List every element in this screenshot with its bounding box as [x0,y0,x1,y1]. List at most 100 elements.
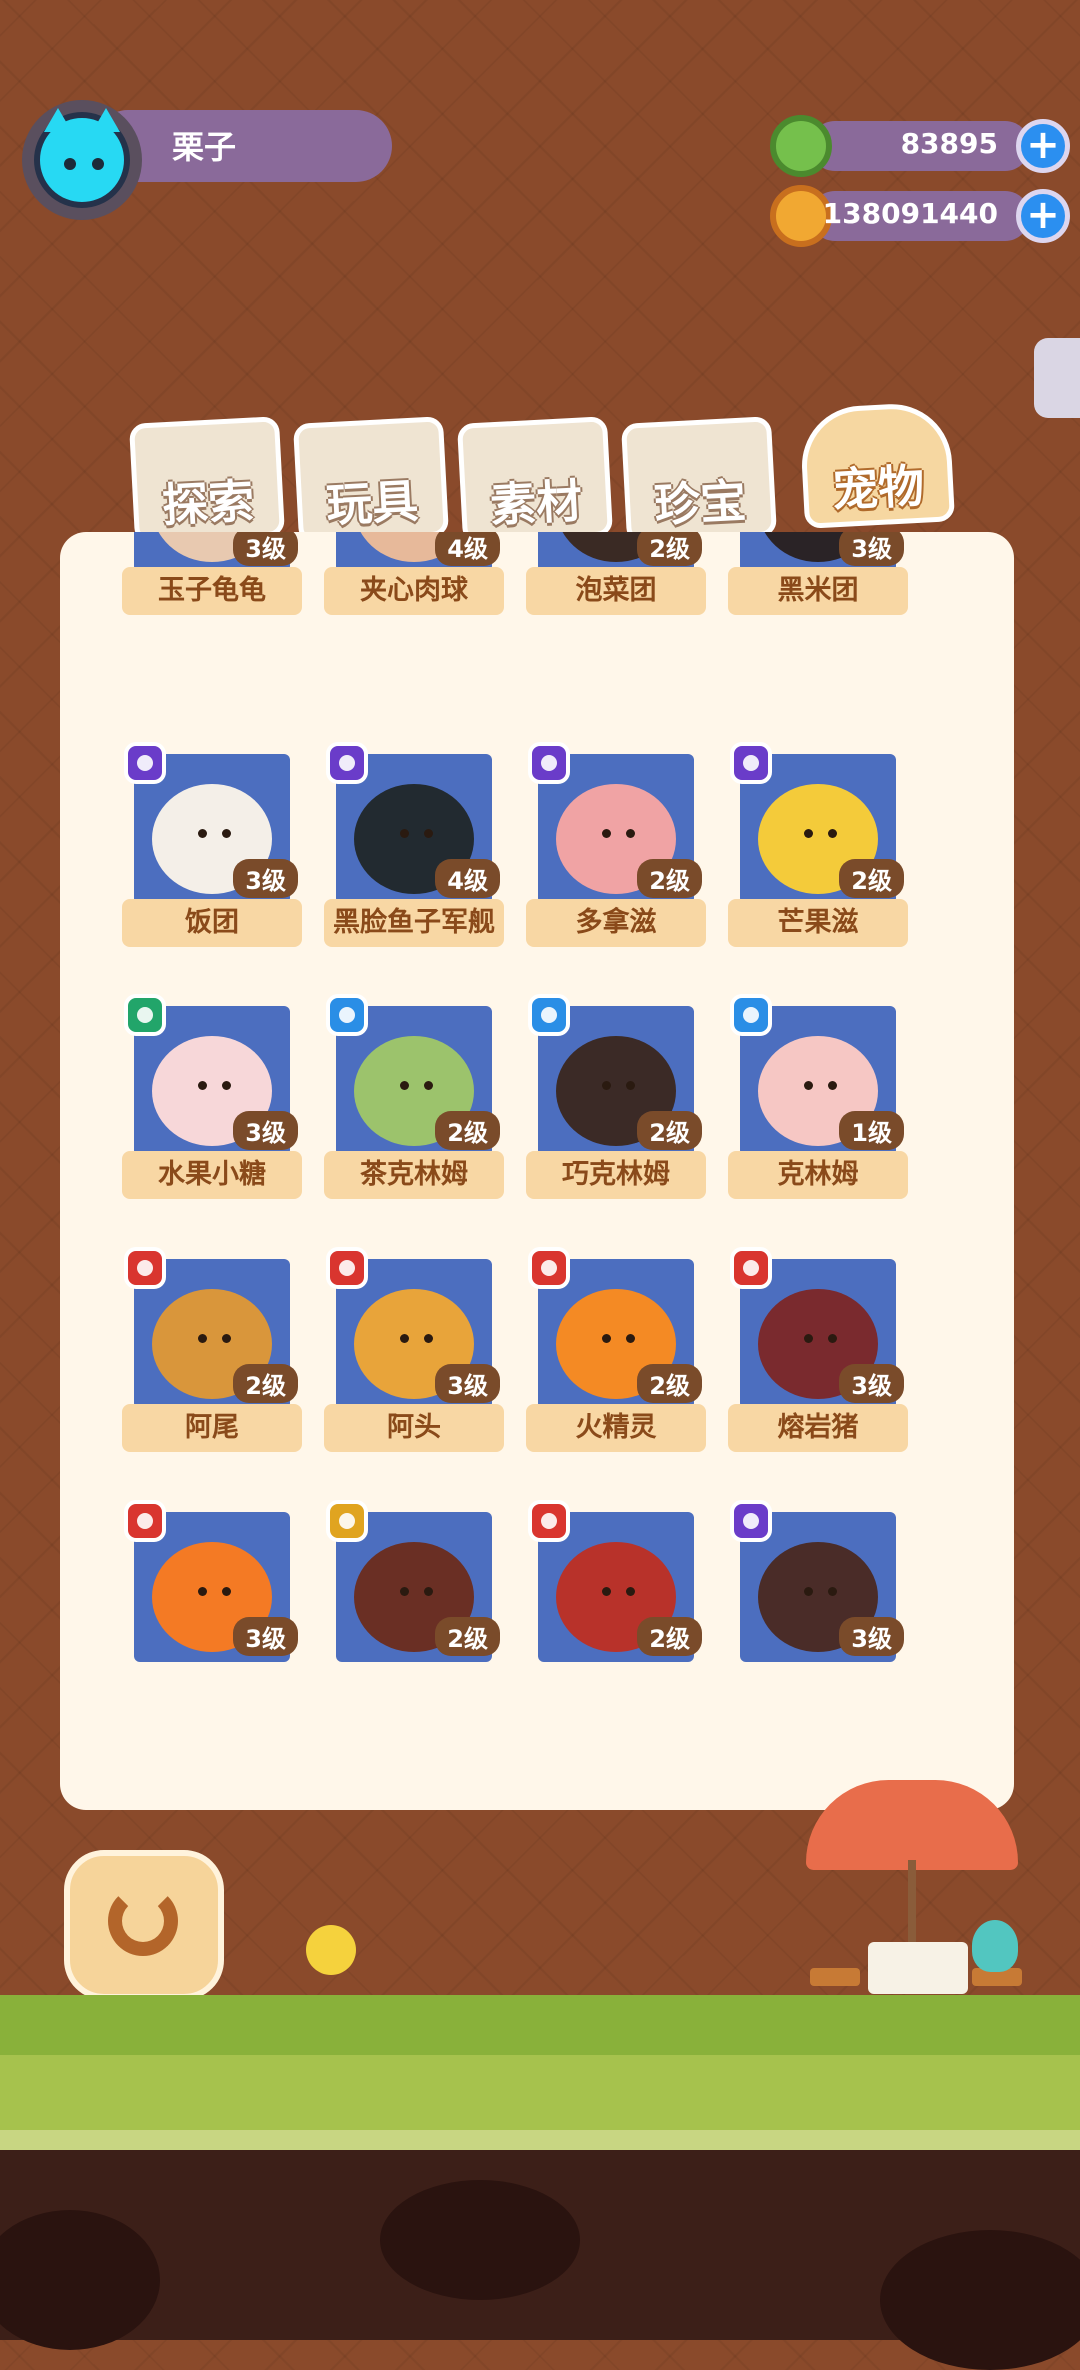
pet-eye [400,1587,409,1596]
pet-card[interactable]: 3级 熔岩猪 [728,1247,908,1452]
player-profile[interactable]: 栗子 [22,100,392,220]
pet-name: 水果小糖 [122,1151,302,1199]
pet-level: 2级 [637,1617,702,1656]
currency-value: 138091440 [822,197,998,230]
pet-level: 2级 [637,532,702,566]
pet-level: 2级 [637,1364,702,1403]
pet-eye [804,829,813,838]
bench-decoration [810,1968,860,1986]
pet-name: 火精灵 [526,1404,706,1452]
pet-eye [804,1081,813,1090]
blue-element-badge-icon [730,994,772,1036]
pet-card[interactable]: 3级 [728,1500,908,1702]
pet-eye [222,829,231,838]
pet-eye [424,1334,433,1343]
add-donut-currency-button[interactable]: + [1016,119,1070,173]
tab-materials[interactable]: 素材 [456,416,614,544]
pet-card[interactable]: 2级 阿尾 [122,1247,302,1452]
chick-pet[interactable] [306,1925,356,1975]
pet-eye [400,1334,409,1343]
pet-eye [400,829,409,838]
pet-level: 1级 [839,1111,904,1150]
pet-card[interactable]: 2级 巧克林姆 [526,994,706,1199]
pet-level: 3级 [233,859,298,898]
red-element-badge-icon [326,1247,368,1289]
pet-card[interactable]: 2级 [324,1500,504,1702]
pet-eye [198,1334,207,1343]
sleeping-water-drop-pet[interactable] [972,1920,1018,1972]
pet-level: 2级 [435,1111,500,1150]
pet-card[interactable]: 3级 饭团 [122,742,302,947]
pet-eye [222,1334,231,1343]
pet-card[interactable]: 3级 玉子龟龟 [122,532,302,662]
pet-card[interactable]: 2级 泡菜团 [526,532,706,662]
pet-eye [828,1334,837,1343]
pet-level: 2级 [637,1111,702,1150]
pet-level: 3级 [839,1617,904,1656]
tab-label: 宠物 [830,458,926,518]
pet-eye [626,829,635,838]
red-element-badge-icon [528,1247,570,1289]
pet-name: 黑脸鱼子军舰 [324,899,504,947]
pet-grid-panel[interactable]: 3级 玉子龟龟 4级 夹心肉球 2级 泡菜团 3级 黑米团 3级 饭团 4级 黑脸鱼子军舰 2级 多拿滋 2… [60,532,1014,1810]
pet-name: 熔岩猪 [728,1404,908,1452]
pet-card[interactable]: 4级 黑脸鱼子军舰 [324,742,504,947]
soil-blob [0,2210,160,2350]
pet-name: 夹心肉球 [324,567,504,615]
pet-name: 克林姆 [728,1151,908,1199]
pet-eye [198,1587,207,1596]
purple-element-badge-icon [326,742,368,784]
green-element-badge-icon [124,994,166,1036]
avatar-eye-right [92,158,104,170]
pet-name: 泡菜团 [526,567,706,615]
green-donut-coin-icon [770,115,832,177]
tab-treasures[interactable]: 珍宝 [620,416,778,544]
purple-element-badge-icon [124,742,166,784]
pet-level: 3级 [435,1364,500,1403]
pet-card[interactable]: 3级 [122,1500,302,1702]
pet-level: 3级 [839,532,904,566]
tab-pets[interactable]: 宠物 [798,401,956,529]
purple-element-badge-icon [730,742,772,784]
pet-card[interactable]: 3级 阿头 [324,1247,504,1452]
tab-explore[interactable]: 探索 [128,416,286,544]
pet-card[interactable]: 2级 [526,1500,706,1702]
add-planet-currency-button[interactable]: + [1016,189,1070,243]
pet-name: 巧克林姆 [526,1151,706,1199]
pet-level: 3级 [233,1111,298,1150]
pet-eye [400,1081,409,1090]
pet-eye [602,1334,611,1343]
pet-name: 芒果滋 [728,899,908,947]
pet-level: 2级 [435,1617,500,1656]
pet-level: 3级 [839,1364,904,1403]
pet-card[interactable]: 2级 茶克林姆 [324,994,504,1199]
pet-eye [804,1587,813,1596]
pet-card[interactable]: 1级 克林姆 [728,994,908,1199]
tab-label: 珍宝 [652,473,748,533]
pet-level: 4级 [435,532,500,566]
pet-card[interactable]: 3级 黑米团 [728,532,908,662]
pet-card[interactable]: 2级 火精灵 [526,1247,706,1452]
red-element-badge-icon [730,1247,772,1289]
currency-planet: 138091440 + [770,185,1070,247]
side-clip-icon[interactable] [1034,338,1080,418]
pet-name: 阿尾 [122,1404,302,1452]
player-name: 栗子 [172,128,237,166]
pet-eye [222,1587,231,1596]
avatar[interactable] [34,108,130,208]
pet-card[interactable]: 2级 芒果滋 [728,742,908,947]
pet-eye [424,1081,433,1090]
pet-eye [602,1587,611,1596]
pet-card[interactable]: 4级 夹心肉球 [324,532,504,662]
tab-toys[interactable]: 玩具 [292,416,450,544]
pet-level: 3级 [233,1617,298,1656]
currency-value: 83895 [900,127,998,160]
purple-element-badge-icon [730,1500,772,1542]
red-element-badge-icon [124,1500,166,1542]
pet-card[interactable]: 3级 水果小糖 [122,994,302,1199]
pet-card[interactable]: 2级 多拿滋 [526,742,706,947]
tab-label: 玩具 [324,473,420,533]
pet-eye [222,1081,231,1090]
pet-eye [198,829,207,838]
pet-eye [828,1587,837,1596]
